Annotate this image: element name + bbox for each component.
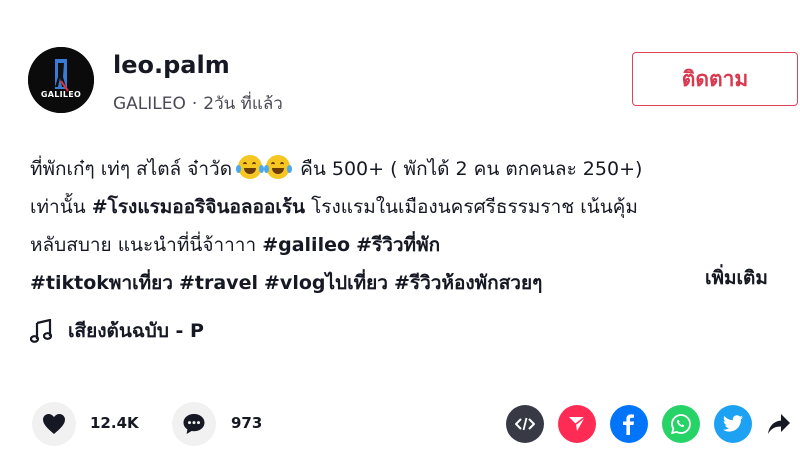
meta-separator: · bbox=[191, 94, 198, 114]
music-note-icon bbox=[30, 319, 52, 343]
hashtag-link[interactable]: #galileo bbox=[262, 234, 350, 256]
tears-of-joy-emoji-icon bbox=[236, 155, 265, 179]
comment-button[interactable] bbox=[172, 402, 216, 446]
follow-button[interactable]: ติดตาม bbox=[632, 52, 798, 106]
author-meta: GALILEO · 2วัน ที่แล้ว bbox=[113, 90, 283, 117]
music-title: เสียงต้นฉบับ - P bbox=[68, 320, 204, 342]
send-arrow-icon bbox=[569, 416, 586, 431]
share-whatsapp-button[interactable] bbox=[662, 405, 700, 443]
post-time: 2วัน ที่แล้ว bbox=[203, 94, 283, 114]
share-facebook-button[interactable] bbox=[610, 405, 648, 443]
music-link[interactable]: เสียงต้นฉบับ - P bbox=[30, 316, 204, 346]
video-post-info: GALILEO leo.palm GALILEO · 2วัน ที่แล้ว ติ… bbox=[0, 0, 800, 464]
caption-text: ที่พักเก๋ๆ เท่ๆ สไตล์ จ๋าวัด bbox=[30, 158, 233, 180]
comment-bubble-icon bbox=[183, 414, 205, 434]
caption-line-2: เท่านั้น #โรงแรมออริจินอลออเร้น โรงแรมใน… bbox=[30, 188, 800, 226]
caption-line-1: ที่พักเก๋ๆ เท่ๆ สไตล์ จ๋าวัด คืน 500+ ( … bbox=[30, 150, 800, 188]
author-avatar[interactable]: GALILEO bbox=[28, 47, 94, 113]
twitter-bird-icon bbox=[722, 415, 743, 432]
avatar-logo-text: GALILEO bbox=[40, 90, 82, 99]
hashtag-link[interactable]: #รีวิวห้องพักสวยๆ bbox=[394, 272, 542, 294]
author-display-name: GALILEO bbox=[113, 94, 186, 114]
hashtag-link[interactable]: #โรงแรมออริจินอลออเร้น bbox=[92, 196, 305, 218]
like-count: 12.4K bbox=[90, 414, 139, 432]
whatsapp-icon bbox=[670, 414, 691, 435]
hashtag-link[interactable]: #vlogไปเที่ยว bbox=[264, 272, 388, 294]
caption-text: คืน 500+ ( พักได้ 2 คน ตกคนละ 250+) bbox=[300, 158, 643, 180]
caption-line-3: หลับสบาย แนะนำที่นี่จ้าาาา #galileo #รีว… bbox=[30, 226, 800, 264]
tears-of-joy-emoji-icon bbox=[264, 155, 293, 179]
share-embed-button[interactable] bbox=[506, 405, 544, 443]
facebook-icon bbox=[623, 414, 634, 435]
hashtag-link[interactable]: #travel bbox=[179, 272, 258, 294]
share-arrow-icon bbox=[768, 414, 790, 434]
hashtag-link[interactable]: #รีวิวที่พัก bbox=[356, 234, 440, 256]
caption-line-4: #tiktokพาเที่ยว #travel #vlogไปเที่ยว #ร… bbox=[30, 264, 690, 302]
embed-code-icon bbox=[515, 417, 535, 431]
avatar-figure-icon bbox=[28, 47, 94, 113]
see-more-link[interactable]: เพิ่มเติม bbox=[705, 263, 768, 293]
share-more-button[interactable] bbox=[760, 405, 798, 443]
share-twitter-button[interactable] bbox=[714, 405, 752, 443]
hashtag-link[interactable]: #tiktokพาเที่ยว bbox=[30, 272, 173, 294]
comment-count: 973 bbox=[231, 414, 263, 432]
caption-text: เท่านั้น bbox=[30, 196, 86, 218]
post-caption: ที่พักเก๋ๆ เท่ๆ สไตล์ จ๋าวัด คืน 500+ ( … bbox=[30, 150, 800, 302]
author-username[interactable]: leo.palm bbox=[113, 51, 230, 79]
heart-icon bbox=[43, 414, 65, 434]
caption-text: หลับสบาย แนะนำที่นี่จ้าาาา bbox=[30, 234, 257, 256]
caption-text: โรงแรมในเมืองนครศรีธรรมราช เน้นคุ้ม bbox=[311, 196, 638, 218]
like-button[interactable] bbox=[32, 402, 76, 446]
share-send-button[interactable] bbox=[558, 405, 596, 443]
